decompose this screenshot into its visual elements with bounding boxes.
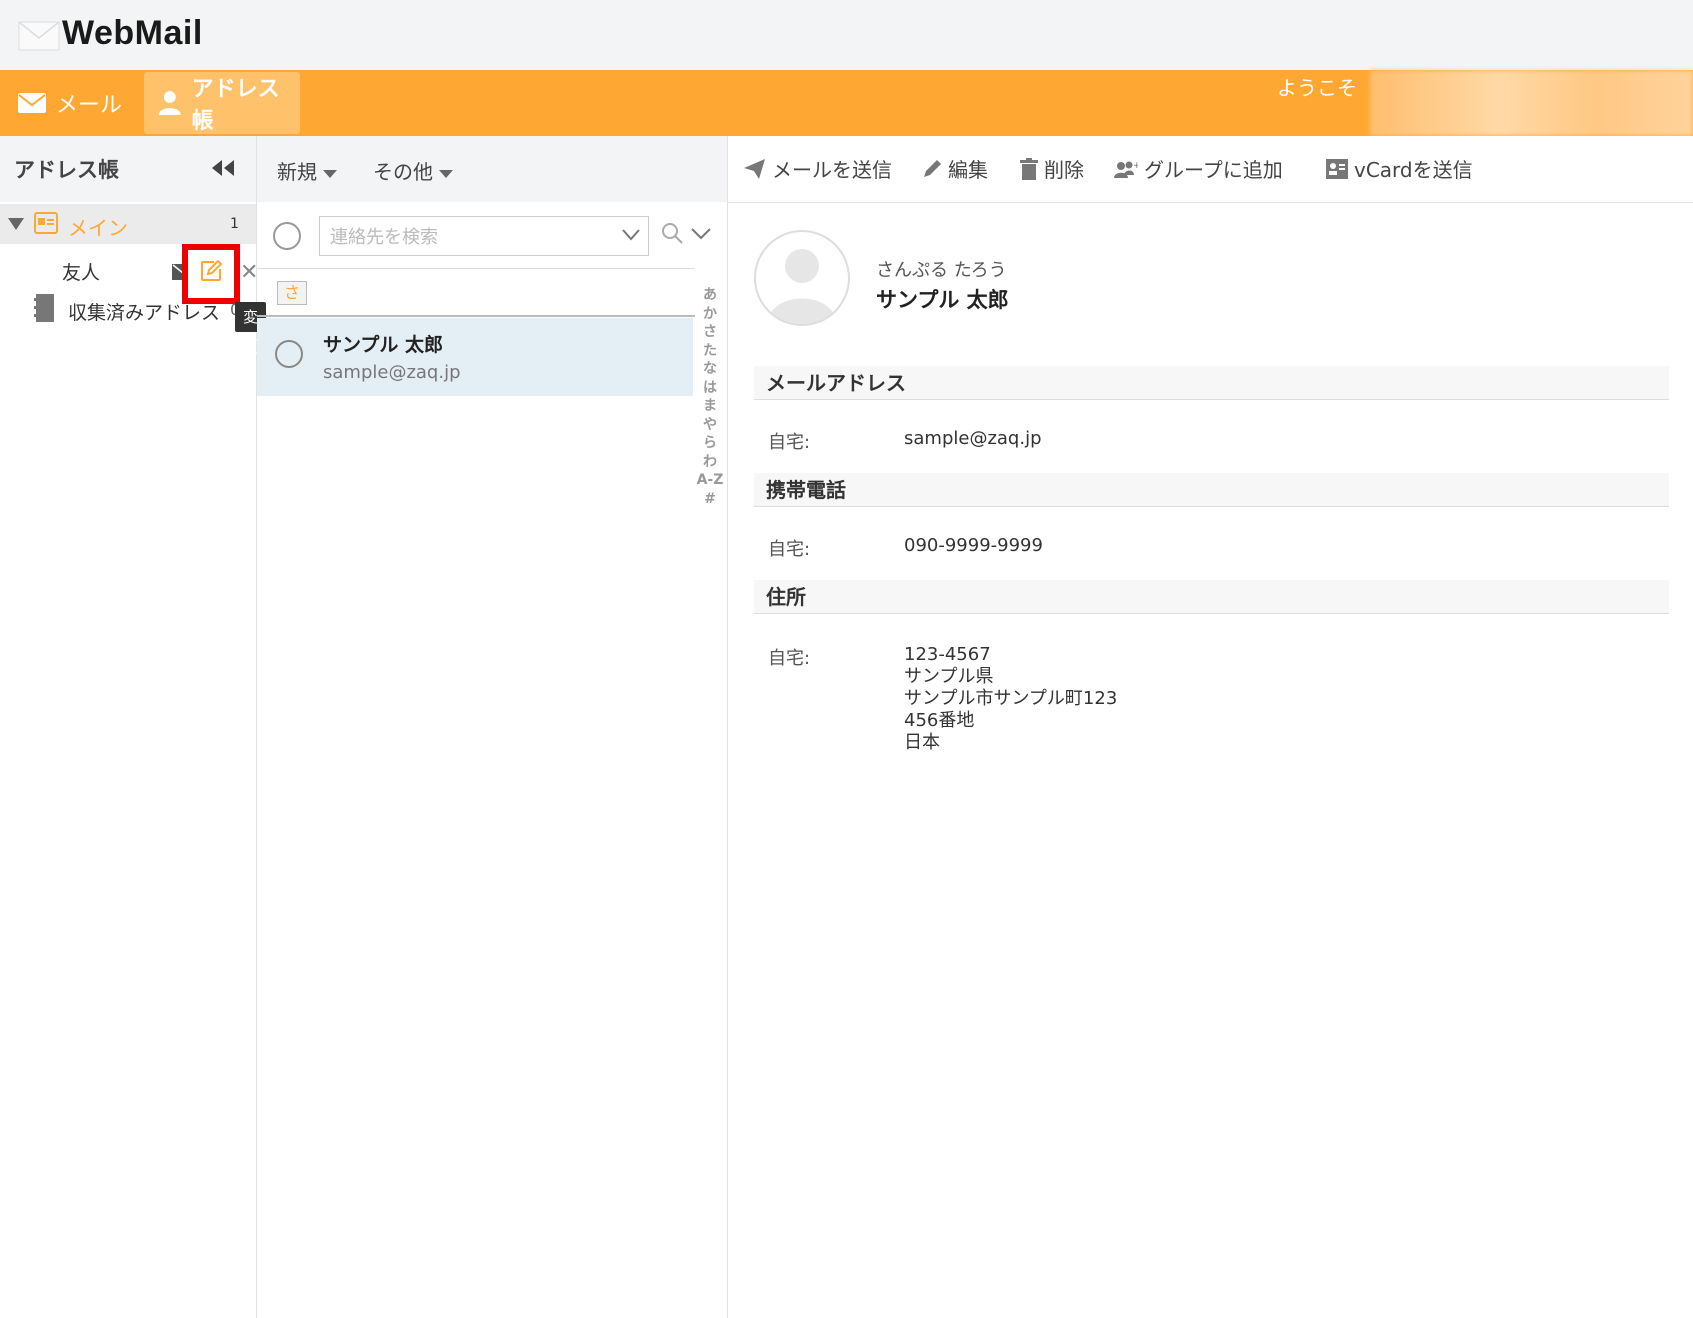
search-icon[interactable] xyxy=(661,222,683,244)
address-value: 123-4567 サンプル県 サンプル市サンプル町123 456番地 日本 xyxy=(904,644,1117,754)
user-name-redacted xyxy=(1370,70,1693,136)
address-type-label: 自宅: xyxy=(768,648,811,669)
edit-button[interactable]: 編集 xyxy=(922,154,988,183)
vcard-icon xyxy=(1326,158,1348,179)
collapse-left-icon[interactable] xyxy=(210,158,236,178)
address-line: サンプル市サンプル町123 xyxy=(904,688,1118,709)
new-button[interactable]: 新規 xyxy=(277,156,337,185)
address-book-icon xyxy=(34,294,54,322)
add-to-group-label: グループに追加 xyxy=(1144,158,1283,182)
add-to-group-button[interactable]: + グループに追加 xyxy=(1114,154,1283,183)
divider xyxy=(257,268,695,269)
svg-text:+: + xyxy=(1133,161,1138,171)
section-address-title: 住所 xyxy=(754,580,1669,614)
pencil-icon xyxy=(924,159,941,177)
trash-icon xyxy=(1020,157,1038,180)
search-input[interactable] xyxy=(328,217,602,257)
index-letter[interactable]: あ xyxy=(695,286,725,305)
envelope-logo-icon xyxy=(18,21,60,51)
sidebar-header: アドレス帳 xyxy=(0,136,256,202)
send-mail-label: メールを送信 xyxy=(772,158,892,182)
index-letter[interactable]: A-Z xyxy=(695,471,725,490)
caret-down-icon xyxy=(323,169,337,178)
other-button-label: その他 xyxy=(373,160,433,184)
index-letter[interactable]: な xyxy=(695,360,725,379)
other-button[interactable]: その他 xyxy=(373,156,453,185)
app-logo: WebMail xyxy=(62,14,203,52)
sidebar-item-friends[interactable]: 友人 xyxy=(62,258,100,285)
index-letter[interactable]: や xyxy=(695,416,725,435)
address-line: 456番地 xyxy=(904,710,975,731)
send-mail-button[interactable]: メールを送信 xyxy=(744,154,892,183)
mobile-type-label: 自宅: xyxy=(768,539,811,560)
index-letter[interactable]: は xyxy=(695,379,725,398)
index-letter[interactable]: わ xyxy=(695,453,725,472)
caret-down-icon xyxy=(439,169,453,178)
nav-address-book[interactable]: アドレス帳 xyxy=(144,72,300,134)
close-icon[interactable]: ✕ xyxy=(240,260,258,285)
group-add-icon: + xyxy=(1114,161,1138,178)
delete-label: 削除 xyxy=(1044,158,1084,182)
contact-email: sample@zaq.jp xyxy=(323,362,461,383)
index-letter[interactable]: か xyxy=(695,305,725,324)
detail-toolbar: メールを送信 編集 削除 + グループに追加 vCardを送信 xyxy=(728,136,1693,203)
avatar xyxy=(754,230,850,326)
sidebar-item-main[interactable]: メイン 1 xyxy=(0,204,256,244)
paper-plane-icon xyxy=(744,158,765,179)
edit-icon[interactable] xyxy=(200,260,222,282)
section-email-title: メールアドレス xyxy=(754,366,1669,400)
group-count: 1 xyxy=(230,216,239,232)
nav-mail[interactable]: メール xyxy=(18,70,122,136)
select-all-checkbox[interactable] xyxy=(273,222,301,250)
email-type-label: 自宅: xyxy=(768,432,811,453)
top-nav: メール アドレス帳 ようこそ xyxy=(0,70,1693,136)
contact-list-item[interactable]: サンプル 太郎 sample@zaq.jp xyxy=(257,318,693,396)
contact-name: サンプル 太郎 xyxy=(323,334,444,356)
alphabet-index: あ か さ た な は ま や ら わ A-Z # xyxy=(695,286,725,508)
list-toolbar: 新規 その他 xyxy=(257,136,727,202)
email-value[interactable]: sample@zaq.jp xyxy=(904,428,1042,449)
nav-address-label: アドレス帳 xyxy=(191,77,280,134)
section-mobile-title: 携帯電話 xyxy=(754,473,1669,507)
mail-icon xyxy=(18,93,46,113)
send-vcard-button[interactable]: vCardを送信 xyxy=(1326,154,1473,183)
logo-bar: WebMail xyxy=(0,0,1693,70)
address-card-icon xyxy=(34,212,58,234)
user-silhouette-icon xyxy=(768,249,836,324)
sidebar-title: アドレス帳 xyxy=(14,158,119,182)
contact-full-name: サンプル 太郎 xyxy=(876,288,1009,312)
sidebar-item-collected[interactable]: 収集済みアドレス xyxy=(68,298,220,325)
contact-select-checkbox[interactable] xyxy=(275,340,303,368)
user-icon xyxy=(158,91,181,115)
delete-button[interactable]: 削除 xyxy=(1020,154,1084,183)
address-book-sidebar: アドレス帳 メイン 1 友人 ✕ 収集済みアドレス 0 変更 xyxy=(0,136,267,1318)
nav-mail-label: メール xyxy=(56,93,123,118)
chevron-down-icon[interactable] xyxy=(622,229,640,241)
edit-label: 編集 xyxy=(948,158,988,182)
index-letter[interactable]: # xyxy=(695,490,725,509)
index-letter[interactable]: ま xyxy=(695,397,725,416)
sidebar-item-label: メイン xyxy=(68,216,128,240)
search-options-chevron-icon[interactable] xyxy=(691,228,711,240)
address-line: サンプル県 xyxy=(904,666,994,687)
letter-group-header: さ xyxy=(277,281,307,305)
send-vcard-label: vCardを送信 xyxy=(1354,158,1473,182)
expand-arrow-icon[interactable] xyxy=(8,218,24,230)
new-button-label: 新規 xyxy=(277,160,317,184)
divider xyxy=(257,315,695,317)
address-line: 123-4567 xyxy=(904,644,991,665)
address-line: 日本 xyxy=(904,732,940,753)
contact-kana: さんぷる たろう xyxy=(876,260,1007,281)
welcome-text: ようこそ xyxy=(1277,76,1357,100)
index-letter[interactable]: た xyxy=(695,342,725,361)
contact-list-panel: 新規 その他 さ サンプル 太郎 sample@zaq.jp あ か さ た な… xyxy=(257,136,728,1318)
index-letter[interactable]: ら xyxy=(695,434,725,453)
contact-detail-panel: メールを送信 編集 削除 + グループに追加 vCardを送信 さんぷる たろう… xyxy=(728,136,1693,1318)
mobile-value[interactable]: 090-9999-9999 xyxy=(904,535,1043,556)
search-box xyxy=(319,216,649,257)
index-letter[interactable]: さ xyxy=(695,323,725,342)
